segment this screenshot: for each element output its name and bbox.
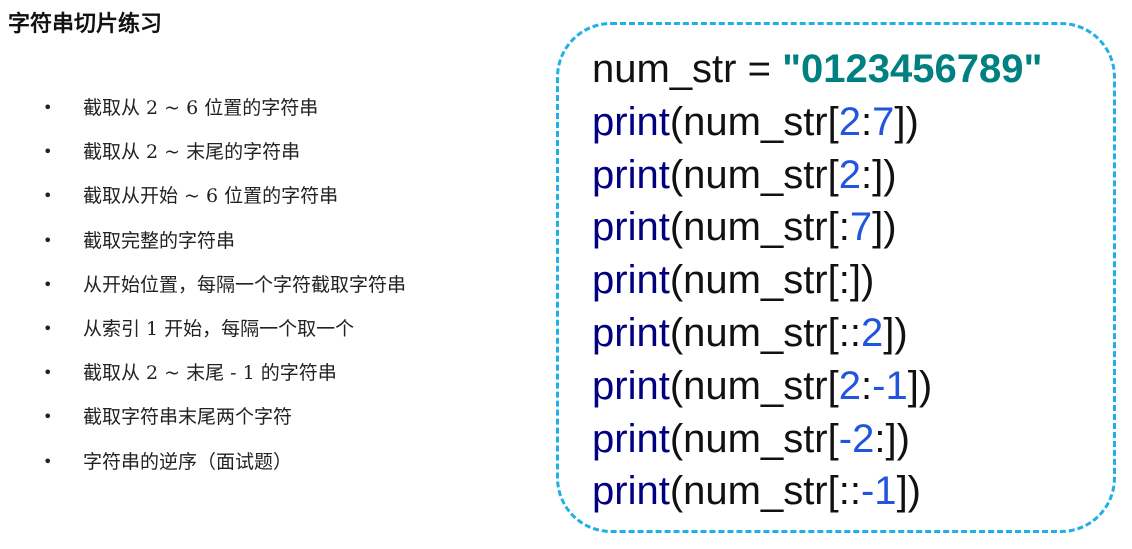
bullet-icon: •	[43, 142, 53, 162]
bullet-icon: •	[43, 318, 53, 338]
task-text: 字符串的逆序（面试题）	[83, 450, 293, 473]
task-text: 截取从开始 ~ 6 位置的字符串	[83, 185, 339, 208]
code-text: (num_str[	[669, 469, 839, 514]
task-text: 截取从 2 ~ 6 位置的字符串	[83, 97, 319, 119]
code-text: ::	[838, 469, 861, 514]
code-text: ])	[885, 416, 910, 461]
code-block: num_str = "0123456789" print(num_str[2:7…	[592, 45, 1042, 520]
code-number: 2	[838, 152, 861, 197]
bullet-icon: •	[43, 407, 53, 427]
code-line-print: print(num_str[2:])	[592, 151, 1042, 204]
task-item: • 字符串的逆序（面试题）	[40, 448, 406, 492]
task-item: • 截取完整的字符串	[40, 227, 406, 271]
task-item: • 截取从 2 ~ 6 位置的字符串	[40, 94, 406, 138]
task-text: 截取字符串末尾两个字符	[83, 406, 293, 429]
code-text: (num_str[	[669, 99, 839, 144]
task-item: • 截取字符串末尾两个字符	[40, 403, 406, 447]
task-text: 截取从 2 ~ 末尾 - 1 的字符串	[83, 362, 337, 385]
bullet-icon: •	[43, 186, 53, 206]
slide: 字符串切片练习 • 截取从 2 ~ 6 位置的字符串 • 截取从 2 ~ 末尾的字符串…	[0, 0, 1132, 549]
task-item: • 截取从开始 ~ 6 位置的字符串	[40, 182, 406, 226]
code-keyword: print	[592, 205, 670, 250]
code-keyword: print	[592, 258, 670, 303]
code-text: (num_str[	[669, 310, 839, 355]
code-number: 7	[872, 99, 895, 144]
bullet-icon: •	[43, 98, 53, 117]
code-keyword: print	[592, 152, 670, 197]
bullet-icon: •	[43, 274, 53, 294]
code-number: 2	[838, 99, 861, 144]
code-line-print: print(num_str[::2])	[592, 309, 1042, 362]
code-text: ])	[872, 152, 897, 197]
code-text: ::	[838, 310, 861, 355]
code-text: ])	[872, 205, 897, 250]
code-number: -1	[872, 363, 908, 408]
code-number: -1	[860, 469, 897, 514]
code-text: :	[838, 258, 850, 303]
task-item: • 截取从 2 ~ 末尾的字符串	[40, 138, 406, 182]
code-line-print: print(num_str[2:7])	[592, 98, 1042, 151]
task-item: • 从索引 1 开始，每隔一个取一个	[40, 315, 406, 359]
code-line-print: print(num_str[:7])	[592, 203, 1042, 256]
code-keyword: print	[592, 99, 670, 144]
code-text: ])	[849, 258, 875, 303]
code-text: ])	[883, 310, 908, 355]
code-line-assign: num_str = "0123456789"	[592, 45, 1042, 98]
code-text: (num_str[	[669, 363, 839, 408]
code-line-print: print(num_str[2:-1])	[592, 362, 1042, 415]
task-text: 截取从 2 ~ 末尾的字符串	[83, 141, 301, 164]
code-string: "0123456789"	[782, 47, 1043, 91]
code-text: ])	[896, 469, 921, 514]
code-number: -2	[838, 416, 875, 461]
task-list: • 截取从 2 ~ 6 位置的字符串 • 截取从 2 ~ 末尾的字符串 • 截取从开始 ~…	[40, 94, 406, 492]
bullet-icon: •	[43, 363, 53, 383]
code-text: :	[861, 363, 873, 408]
code-var: num_str =	[592, 47, 783, 91]
code-keyword: print	[592, 310, 670, 355]
code-text: (num_str[	[669, 416, 839, 461]
code-number: 2	[838, 363, 861, 408]
code-number: 2	[860, 310, 884, 355]
code-text: :	[861, 152, 873, 197]
code-number: 7	[849, 205, 873, 250]
code-text: (num_str[	[669, 258, 839, 303]
code-line-print: print(num_str[-2:])	[592, 415, 1042, 468]
task-text: 从开始位置，每隔一个字符截取字符串	[83, 273, 407, 296]
code-text: (num_str[	[669, 205, 839, 250]
code-text: (num_str[	[669, 152, 839, 197]
task-text: 截取完整的字符串	[83, 229, 236, 252]
code-text: :	[861, 99, 873, 144]
code-line-print: print(num_str[::-1])	[592, 467, 1042, 520]
slide-title: 字符串切片练习	[8, 12, 163, 37]
code-text: :	[874, 416, 886, 461]
bullet-icon: •	[43, 451, 53, 471]
code-keyword: print	[592, 469, 670, 514]
task-item: • 从开始位置，每隔一个字符截取字符串	[40, 271, 406, 315]
code-text: ])	[894, 99, 919, 144]
bullet-icon: •	[43, 230, 53, 250]
task-text: 从索引 1 开始，每隔一个取一个	[83, 317, 355, 340]
code-text: :	[838, 205, 850, 250]
code-line-print: print(num_str[:])	[592, 256, 1042, 309]
code-text: ])	[907, 363, 933, 408]
code-keyword: print	[592, 416, 670, 461]
task-item: • 截取从 2 ~ 末尾 - 1 的字符串	[40, 359, 406, 403]
code-keyword: print	[592, 363, 670, 408]
